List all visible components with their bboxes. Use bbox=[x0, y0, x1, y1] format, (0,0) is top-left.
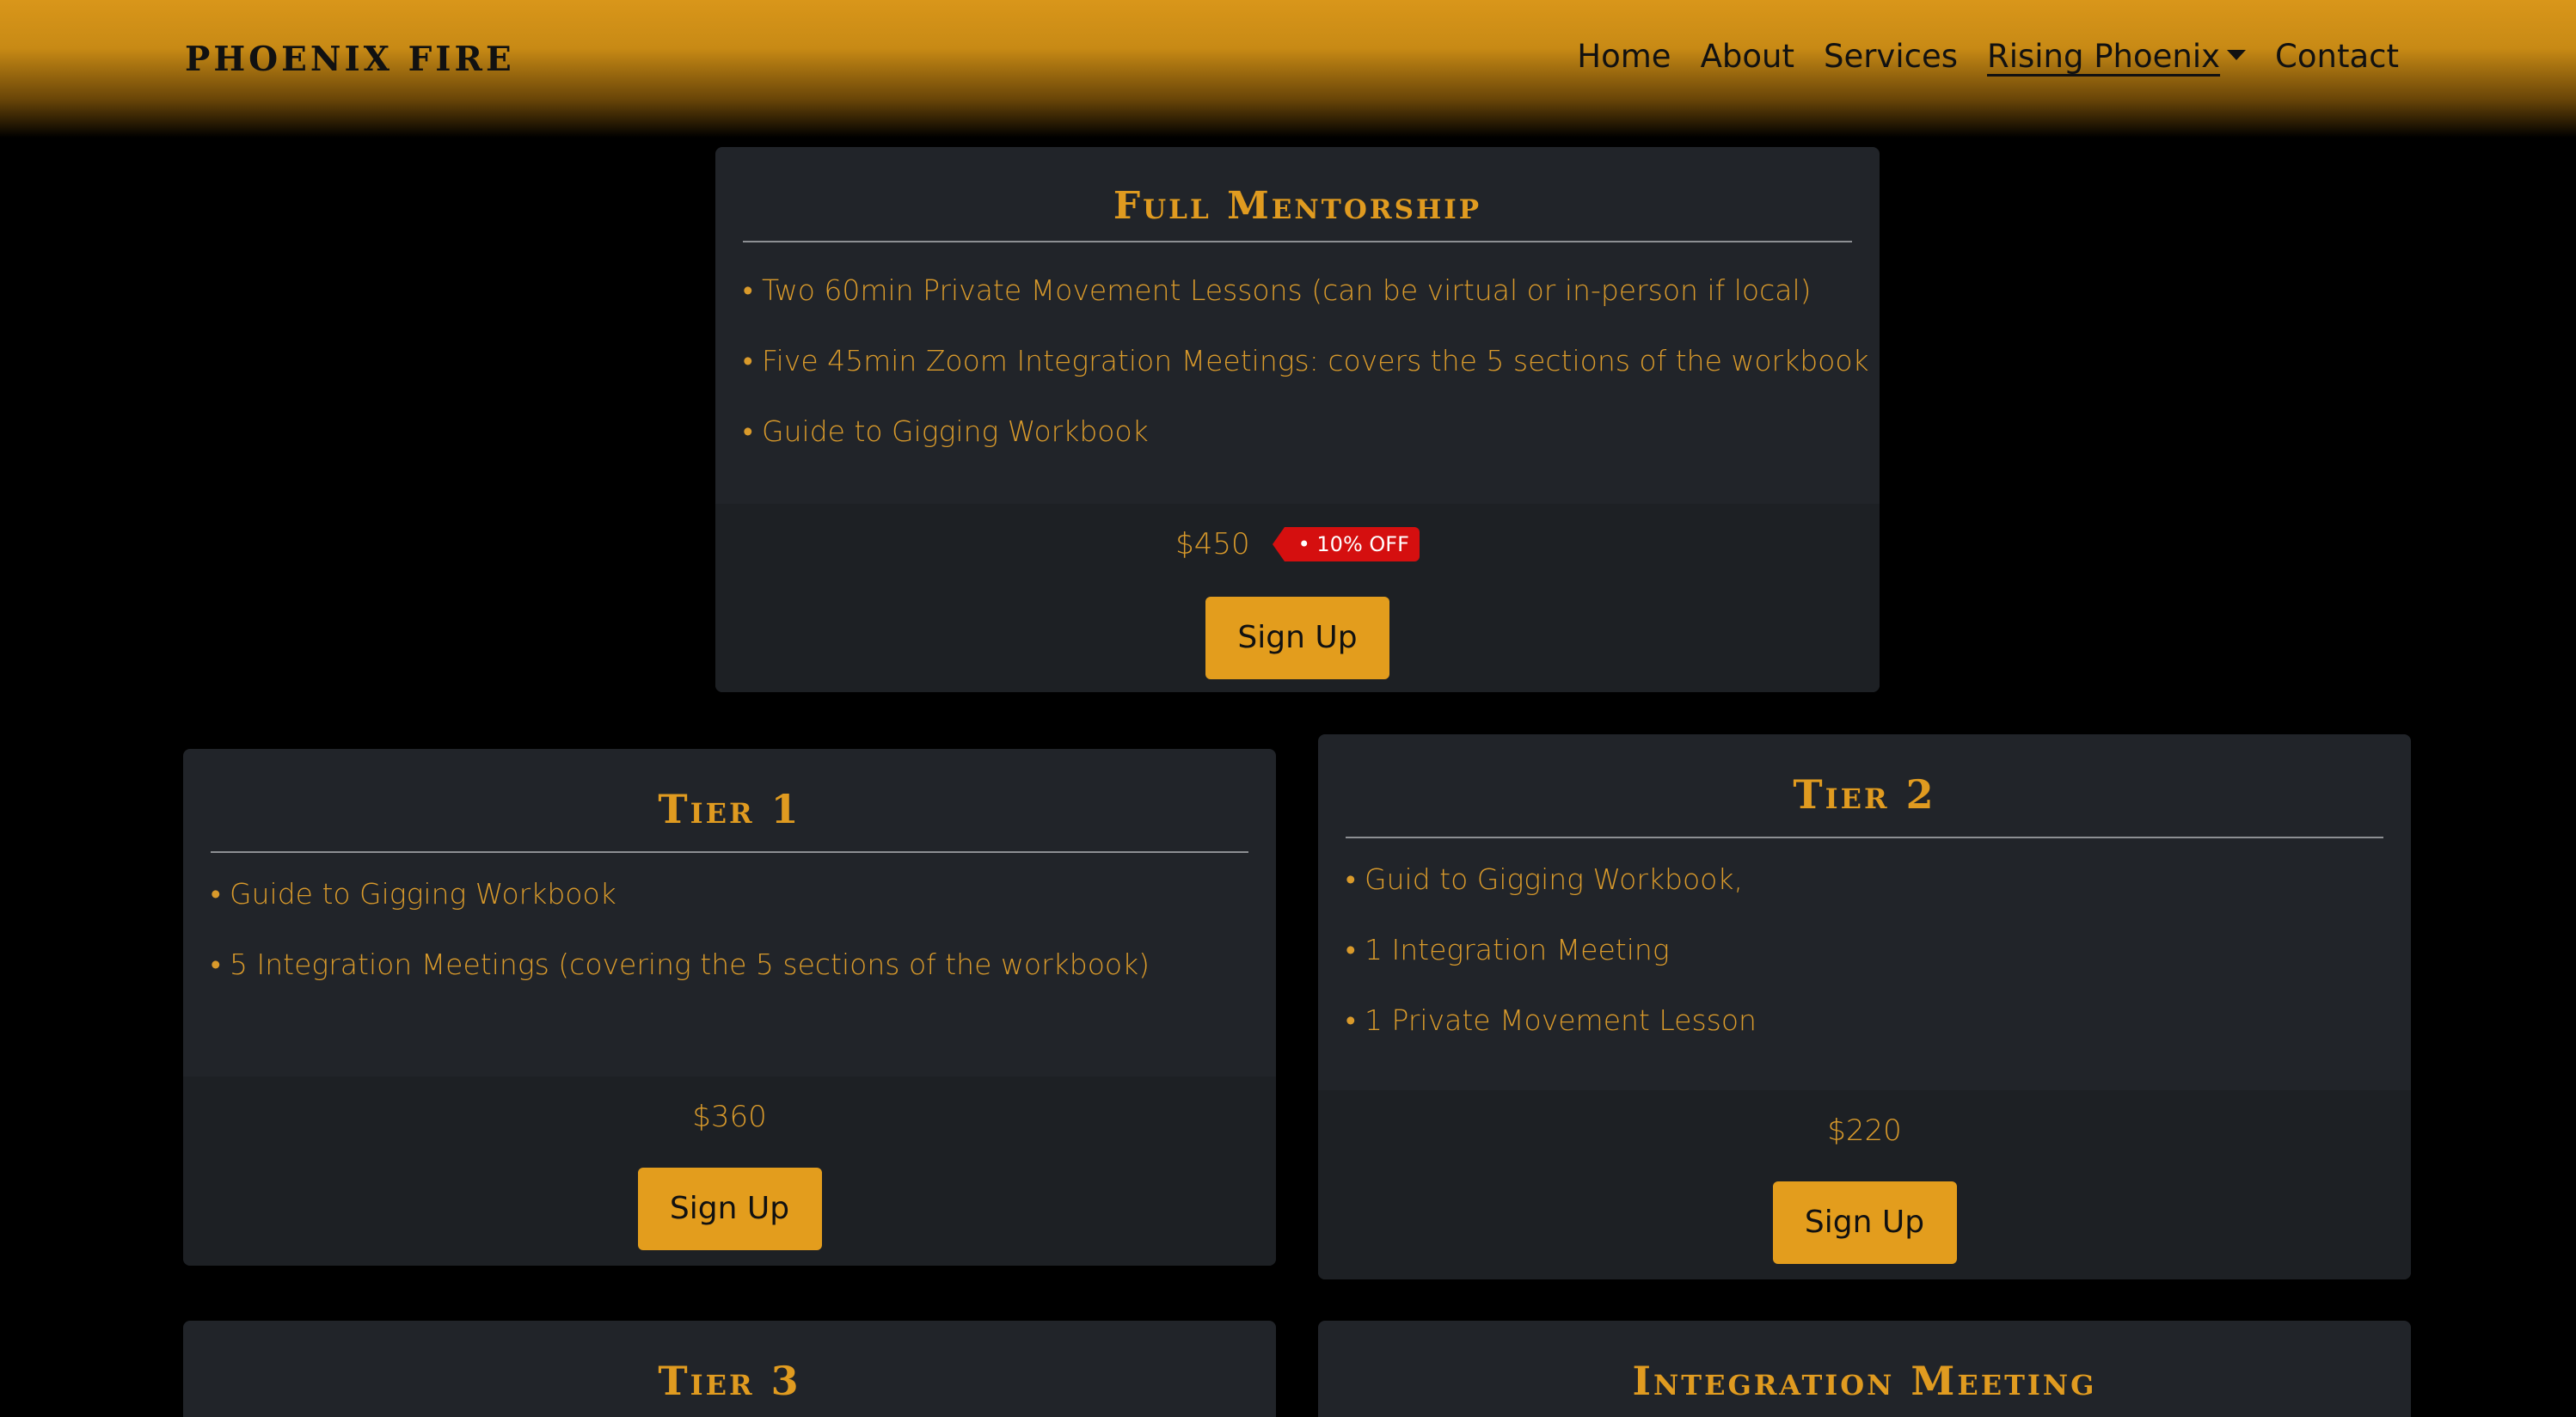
nav-about[interactable]: About bbox=[1701, 38, 1794, 75]
list-item: • Guide to Gigging Workbook bbox=[743, 414, 1149, 448]
card-title: Tier 2 bbox=[1793, 771, 1936, 818]
title-divider bbox=[211, 851, 1248, 853]
card-title: Full Mentorship bbox=[1113, 184, 1482, 228]
list-item: • 1 Integration Meeting bbox=[1346, 933, 1670, 966]
title-divider bbox=[743, 241, 1852, 242]
brand-logo[interactable]: PHOENIX FIRE bbox=[185, 40, 515, 79]
card-tier-2: Tier 2 • Guid to Gigging Workbook, • 1 I… bbox=[1318, 734, 2411, 1279]
card-title: Integration Meeting bbox=[1632, 1358, 2097, 1404]
list-item: • 5 Integration Meetings (covering the 5… bbox=[211, 948, 1150, 981]
list-item: • Guide to Gigging Workbook bbox=[211, 877, 616, 911]
nav-contact[interactable]: Contact bbox=[2275, 38, 2399, 75]
card-integration-meeting: Integration Meeting bbox=[1318, 1321, 2411, 1417]
sign-up-button[interactable]: Sign Up bbox=[1772, 1181, 1957, 1264]
price: $360 bbox=[692, 1100, 767, 1134]
card-footer: $450 • 10% OFF Sign Up bbox=[715, 504, 1880, 692]
price-row: $450 • 10% OFF bbox=[715, 523, 1880, 566]
discount-badge: • 10% OFF bbox=[1272, 527, 1420, 561]
card-footer: $220 Sign Up bbox=[1318, 1090, 2411, 1279]
card-full-mentorship: Full Mentorship • Two 60min Private Move… bbox=[715, 147, 1880, 692]
price: $450 bbox=[1175, 527, 1250, 561]
price: $220 bbox=[1827, 1113, 1902, 1148]
feature-list: • Guide to Gigging Workbook • 5 Integrat… bbox=[211, 859, 1248, 1000]
caret-down-icon bbox=[2227, 50, 2247, 60]
card-footer: $360 Sign Up bbox=[183, 1077, 1276, 1266]
price-row: $220 bbox=[1318, 1111, 2411, 1150]
nav-services[interactable]: Services bbox=[1824, 38, 1958, 75]
sign-up-button[interactable]: Sign Up bbox=[637, 1168, 822, 1250]
card-title: Tier 1 bbox=[658, 786, 801, 832]
feature-list: • Guid to Gigging Workbook, • 1 Integrat… bbox=[1346, 844, 2383, 1056]
list-item: • Two 60min Private Movement Lessons (ca… bbox=[743, 273, 1812, 307]
nav-rising-phoenix-dropdown[interactable]: Rising Phoenix bbox=[1987, 38, 2247, 75]
title-divider bbox=[1346, 837, 2383, 838]
price-row: $360 bbox=[183, 1097, 1276, 1137]
card-tier-1: Tier 1 • Guide to Gigging Workbook • 5 I… bbox=[183, 749, 1276, 1266]
list-item: • 1 Private Movement Lesson bbox=[1346, 1003, 1757, 1037]
card-tier-3: Tier 3 bbox=[183, 1321, 1276, 1417]
list-item: • Guid to Gigging Workbook, bbox=[1346, 862, 1743, 896]
feature-list: • Two 60min Private Movement Lessons (ca… bbox=[743, 255, 1869, 467]
nav-home[interactable]: Home bbox=[1577, 38, 1671, 75]
list-item: • Five 45min Zoom Integration Meetings: … bbox=[743, 344, 1869, 377]
card-title: Tier 3 bbox=[658, 1358, 801, 1404]
navbar: PHOENIX FIRE Home About Services Rising … bbox=[0, 0, 2576, 138]
nav-links: Home About Services Rising Phoenix Conta… bbox=[1577, 38, 2399, 75]
sign-up-button[interactable]: Sign Up bbox=[1205, 597, 1389, 679]
